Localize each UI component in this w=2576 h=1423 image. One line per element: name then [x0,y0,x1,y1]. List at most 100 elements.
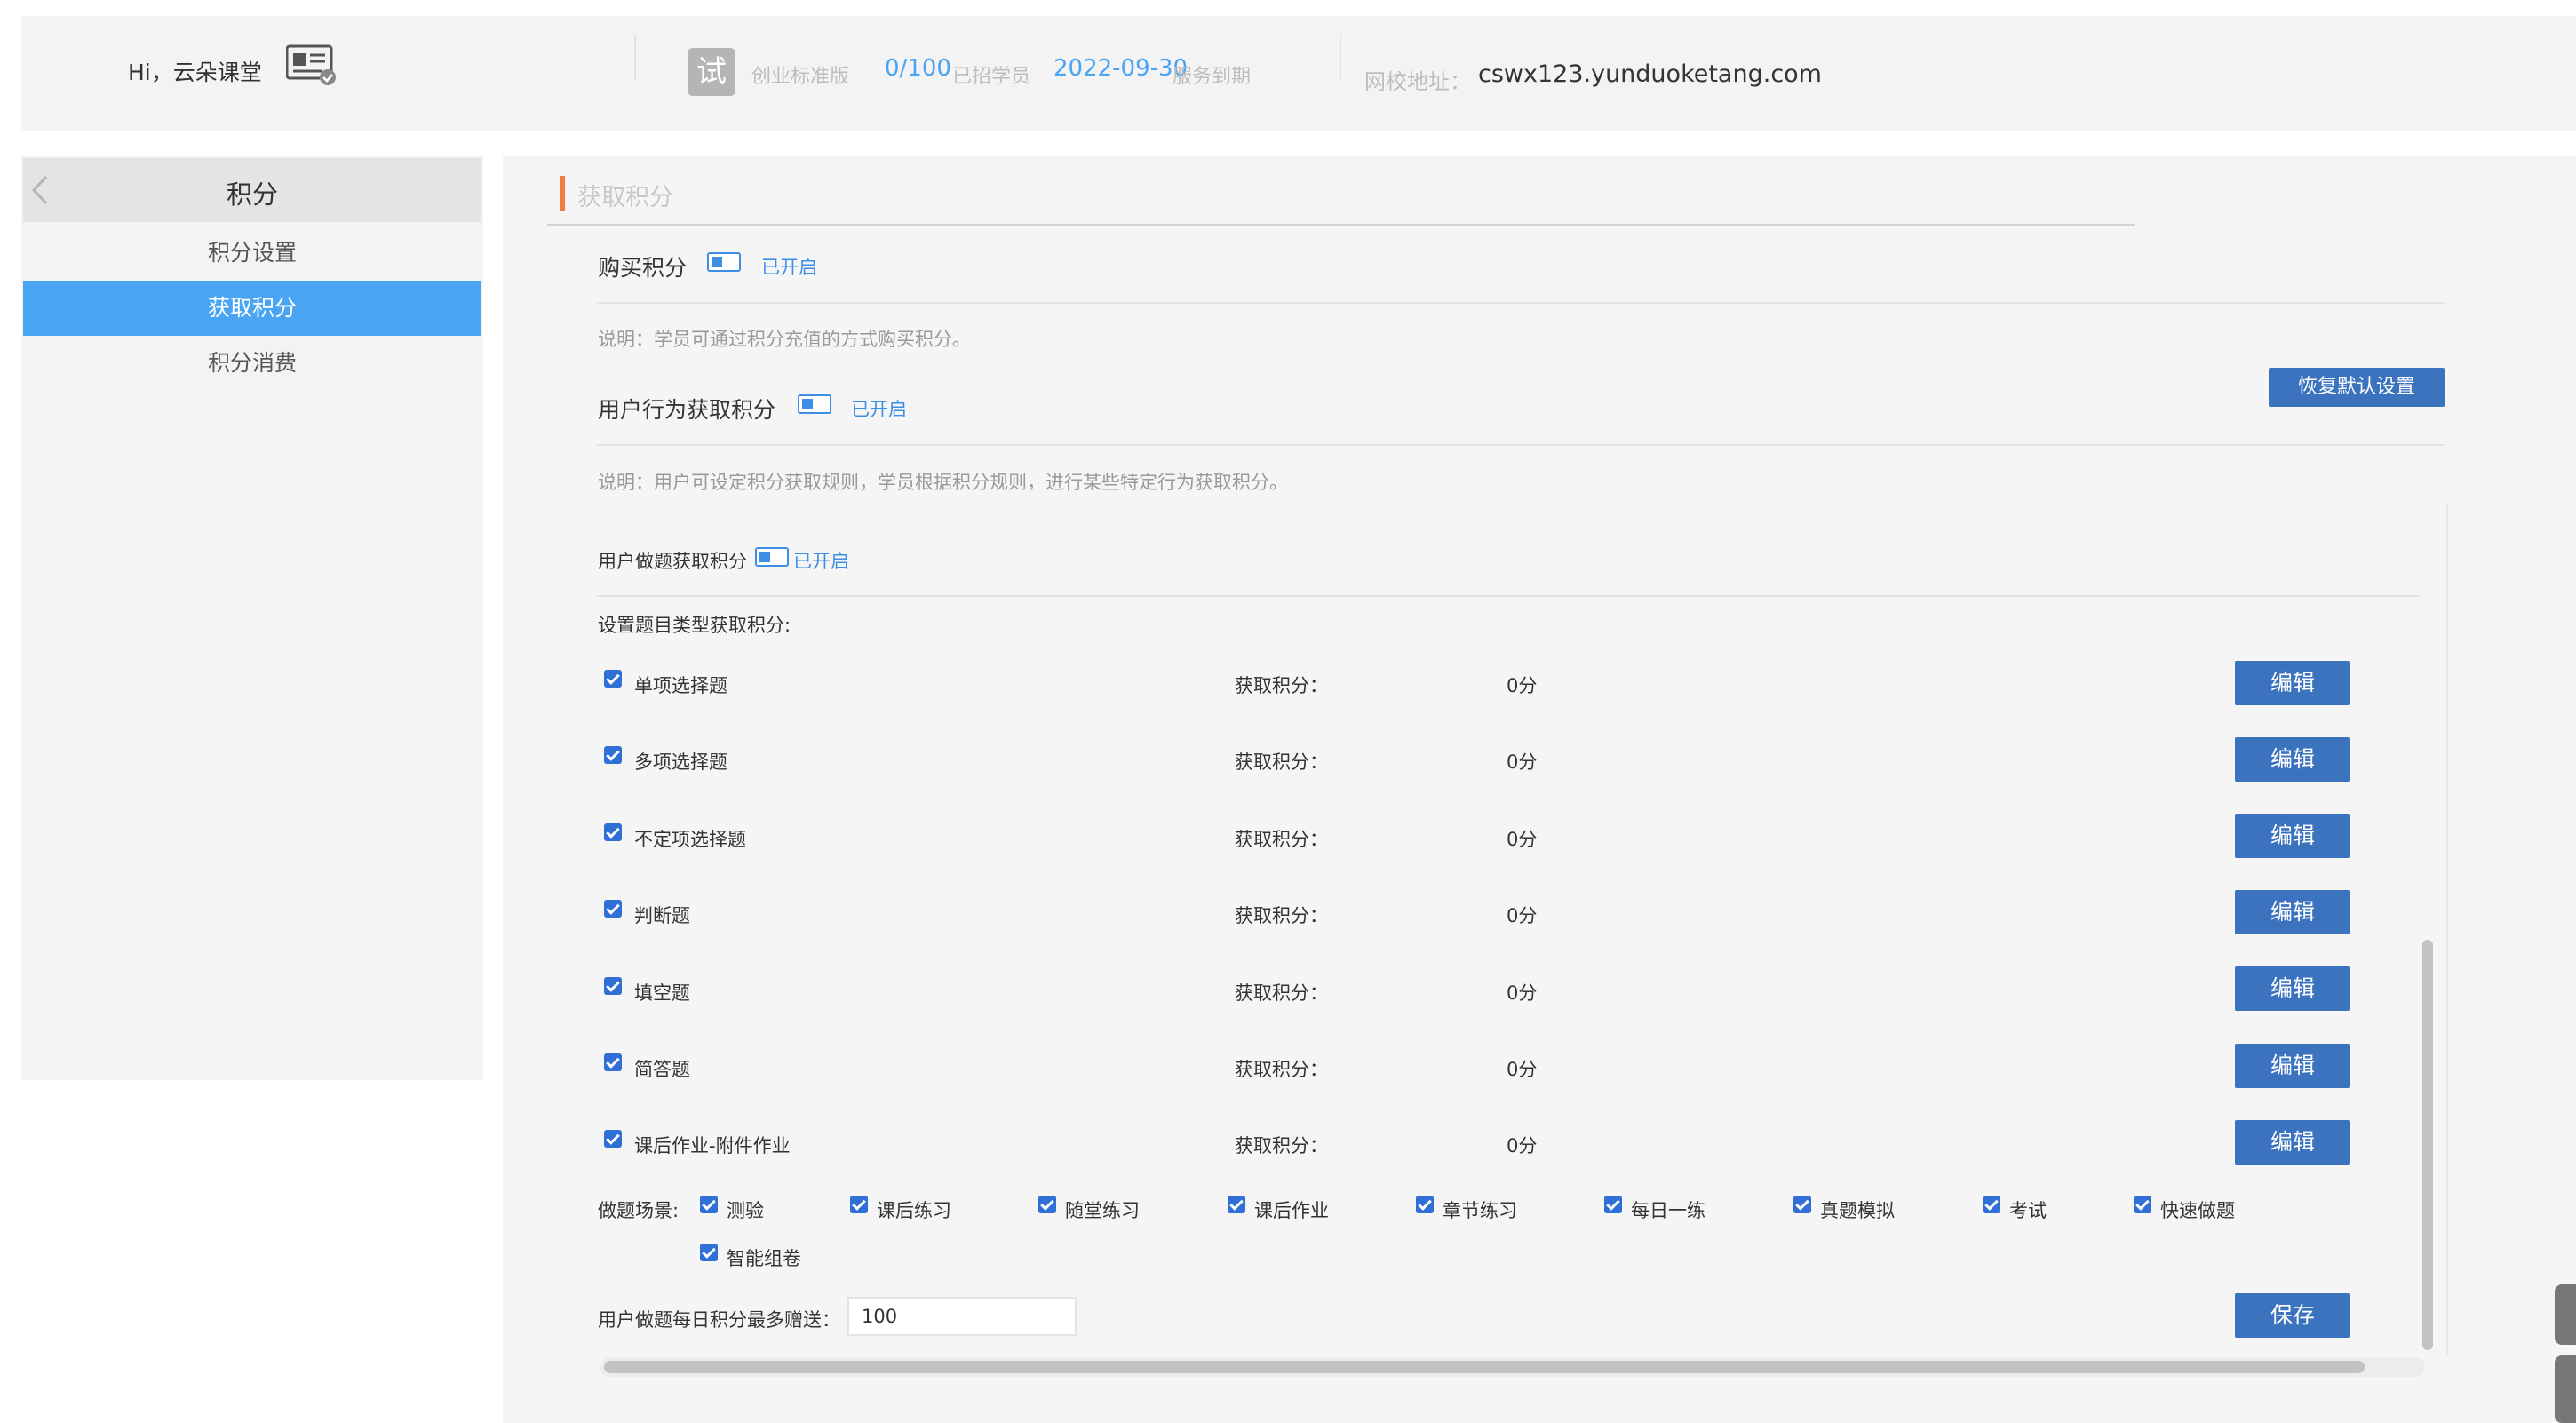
question-type-name: 单项选择题 [634,675,727,696]
question-type-name: 不定项选择题 [634,829,746,850]
earn-points-value: 0分 [1507,751,1538,773]
title-accent-bar [560,176,565,211]
edit-button[interactable]: 编辑 [2235,1044,2350,1088]
behavior-points-status: 已开启 [851,399,907,420]
vertical-scrollbar-thumb[interactable] [2422,940,2433,1350]
earn-points-value: 0分 [1507,1135,1538,1157]
scene-name: 考试 [2009,1200,2047,1221]
question-type-checkbox[interactable] [604,977,622,995]
edit-button[interactable]: 编辑 [2235,966,2350,1011]
question-type-label: 设置题目类型获取积分: [598,615,791,636]
scene-checkbox[interactable] [1228,1196,1245,1213]
question-type-checkbox[interactable] [604,900,622,918]
top-header [21,16,2576,131]
question-type-name: 填空题 [634,982,690,1004]
sidebar-item-points-settings[interactable]: 积分设置 [23,226,481,281]
earn-points-label: 获取积分： [1235,905,1328,926]
header-divider [634,34,636,80]
exercise-points-box [588,503,2448,1355]
scene-checkbox[interactable] [1604,1196,1622,1213]
earn-points-label: 获取积分： [1235,675,1328,696]
earn-points-label: 获取积分： [1235,1135,1328,1157]
scene-checkbox[interactable] [1983,1196,2000,1213]
divider [597,302,2445,304]
purchase-points-status: 已开启 [761,257,817,278]
scene-name: 章节练习 [1443,1200,1517,1221]
scene-checkbox[interactable] [700,1196,718,1213]
school-url-label: 网校地址： [1364,69,1471,94]
purchase-points-toggle[interactable] [707,252,741,272]
edition-label: 创业标准版 [751,66,850,88]
sidebar-title: 积分 [226,179,278,210]
scene-name: 智能组卷 [727,1248,801,1269]
behavior-points-label: 用户行为获取积分 [598,397,776,423]
earn-points-value: 0分 [1507,1059,1538,1080]
purchase-points-label: 购买积分 [598,255,688,281]
earn-points-value: 0分 [1507,829,1538,850]
question-type-name: 课后作业-附件作业 [634,1135,791,1157]
students-count: 0/100 [885,55,951,82]
scene-name: 每日一练 [1631,1200,1705,1221]
floating-side-button[interactable] [2555,1284,2576,1345]
earn-points-label: 获取积分： [1235,751,1328,773]
expire-date: 2022-09-30 [1053,55,1189,82]
floating-side-button[interactable] [2555,1355,2576,1423]
edit-button[interactable]: 编辑 [2235,890,2350,934]
question-type-checkbox[interactable] [604,1130,622,1148]
question-type-name: 简答题 [634,1059,690,1080]
scene-checkbox[interactable] [1038,1196,1056,1213]
back-arrow-icon[interactable] [30,174,50,206]
edit-button[interactable]: 编辑 [2235,814,2350,858]
scene-checkbox[interactable] [700,1244,718,1261]
horizontal-scrollbar-thumb[interactable] [604,1361,2365,1373]
exercise-points-label: 用户做题获取积分 [598,551,747,572]
save-button[interactable]: 保存 [2235,1293,2350,1338]
earn-points-label: 获取积分： [1235,982,1328,1004]
school-url-value: cswx123.yunduoketang.com [1478,60,1822,88]
daily-max-input[interactable] [847,1297,1077,1336]
students-label: 已招学员 [952,66,1031,88]
divider [597,444,2445,446]
earn-points-value: 0分 [1507,905,1538,926]
id-card-icon[interactable] [285,44,338,85]
scene-name: 课后练习 [877,1200,951,1221]
scene-checkbox[interactable] [850,1196,868,1213]
scene-name: 课后作业 [1254,1200,1329,1221]
scene-checkbox[interactable] [2134,1196,2151,1213]
edit-button[interactable]: 编辑 [2235,737,2350,782]
question-type-name: 判断题 [634,905,690,926]
purchase-points-desc: 说明：学员可通过积分充值的方式购买积分。 [598,329,971,350]
sidebar-item-points-consume[interactable]: 积分消费 [23,336,481,391]
earn-points-label: 获取积分： [1235,829,1328,850]
sidebar-item-earn-points[interactable]: 获取积分 [23,281,481,336]
trial-badge: 试 [688,48,735,96]
edit-button[interactable]: 编辑 [2235,661,2350,705]
scene-label: 做题场景: [598,1200,680,1221]
page-title: 获取积分 [577,184,673,211]
earn-points-value: 0分 [1507,675,1538,696]
question-type-checkbox[interactable] [604,1053,622,1071]
scene-name: 真题模拟 [1820,1200,1895,1221]
scene-name: 快速做题 [2160,1200,2235,1221]
header-divider [1340,34,1341,80]
scene-checkbox[interactable] [1416,1196,1434,1213]
exercise-points-toggle[interactable] [755,547,789,567]
earn-points-label: 获取积分： [1235,1059,1328,1080]
question-type-checkbox[interactable] [604,746,622,764]
expire-label: 服务到期 [1173,66,1252,88]
scene-name: 测验 [727,1200,764,1221]
divider [597,595,2420,597]
scene-name: 随堂练习 [1065,1200,1140,1221]
edit-button[interactable]: 编辑 [2235,1120,2350,1165]
behavior-points-toggle[interactable] [798,394,831,414]
question-type-checkbox[interactable] [604,823,622,841]
question-type-checkbox[interactable] [604,670,622,688]
scene-checkbox[interactable] [1793,1196,1811,1213]
reset-default-button[interactable]: 恢复默认设置 [2269,368,2445,407]
title-divider [547,224,2135,226]
earn-points-value: 0分 [1507,982,1538,1004]
greeting-text: Hi，云朵课堂 [128,60,262,85]
question-type-name: 多项选择题 [634,751,727,773]
behavior-points-desc: 说明：用户可设定积分获取规则，学员根据积分规则，进行某些特定行为获取积分。 [598,472,1288,493]
daily-max-label: 用户做题每日积分最多赠送： [598,1309,840,1331]
